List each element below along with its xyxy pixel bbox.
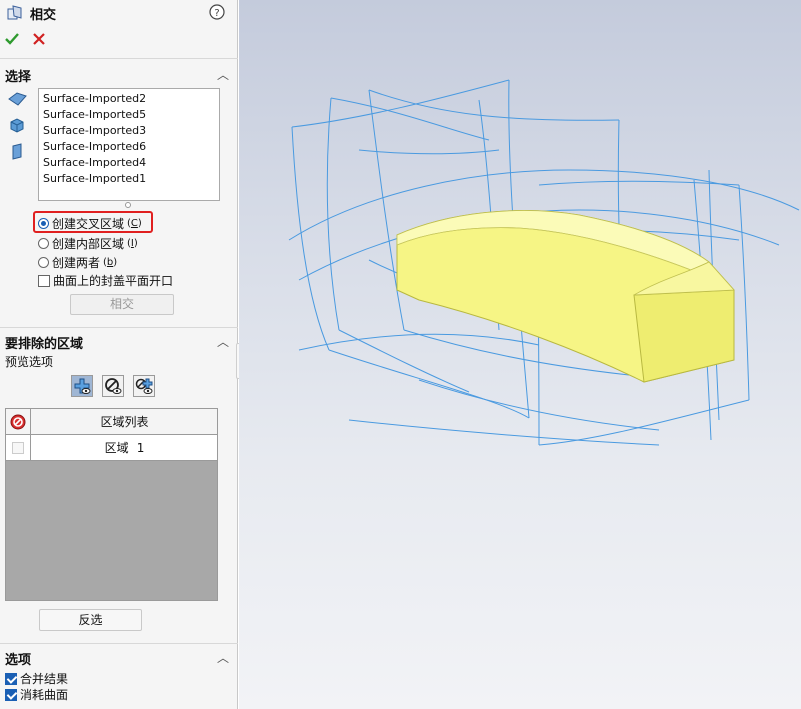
both-preview-button[interactable] (133, 375, 155, 397)
options-section-title: 选项 (5, 653, 32, 668)
list-item[interactable]: Surface-Imported2 (43, 91, 215, 107)
check-icon[interactable] (4, 31, 20, 47)
property-manager-panel: 相交 ? 选择 ︿ Surface-Imported2 Surface-Impo… (0, 0, 238, 709)
list-item[interactable]: Surface-Imported1 (43, 171, 215, 187)
table-header-row: 区域列表 (6, 409, 217, 435)
selection-listbox[interactable]: Surface-Imported2 Surface-Imported5 Surf… (38, 88, 220, 201)
chevron-up-icon[interactable]: ︿ (217, 333, 229, 350)
checkbox[interactable] (5, 672, 17, 685)
checkbox-label: 消耗曲面 (20, 688, 69, 702)
resize-handle[interactable] (125, 202, 131, 208)
invert-selection-button[interactable]: 反选 (39, 609, 142, 631)
intersect-feature-icon (7, 5, 22, 20)
list-item[interactable]: Surface-Imported3 (43, 123, 215, 139)
intersection-solid[interactable] (396, 210, 735, 383)
plane-icon (12, 143, 22, 160)
svg-text:?: ? (214, 8, 219, 19)
toggle-eye-icon (135, 378, 153, 394)
preview-options-label: 预览选项 (5, 355, 54, 369)
list-item[interactable]: Surface-Imported4 (43, 155, 215, 171)
radio-label: 创建两者 (52, 256, 101, 270)
consume-surfaces-checkbox[interactable]: 消耗曲面 (5, 686, 68, 703)
feature-title: 相交 (30, 8, 57, 23)
graphics-viewport[interactable] (239, 0, 801, 709)
region-table: 区域列表 区域 1 (5, 408, 218, 601)
radio-label: 创建交叉区域 (52, 217, 125, 231)
close-icon[interactable] (31, 31, 47, 47)
checkbox-label: 曲面上的封盖平面开口 (53, 274, 174, 288)
cap-planar-openings-checkbox[interactable]: 曲面上的封盖平面开口 (38, 272, 173, 289)
exclude-section-title: 要排除的区域 (5, 337, 84, 352)
radio-button[interactable] (38, 238, 49, 249)
exclude-header-cell (6, 409, 31, 434)
radio-button[interactable] (38, 257, 49, 268)
model-view[interactable] (239, 0, 801, 709)
include-preview-button[interactable] (71, 375, 93, 397)
region-index: 1 (136, 440, 145, 455)
radio-button[interactable] (38, 218, 49, 229)
radio-label: 创建内部区域 (52, 237, 125, 251)
region-list-header: 区域列表 (100, 415, 149, 429)
intersect-button[interactable]: 相交 (70, 294, 174, 315)
exclude-checkbox[interactable] (12, 441, 24, 454)
checkbox[interactable] (5, 688, 17, 701)
surface-icon (8, 92, 27, 106)
radio-create-inner[interactable]: 创建内部区域 (I) (38, 235, 138, 252)
merge-result-checkbox[interactable]: 合并结果 (5, 670, 68, 687)
no-eye-icon (105, 378, 122, 394)
list-item[interactable]: Surface-Imported6 (43, 139, 215, 155)
solid-body-icon (10, 118, 24, 133)
checkbox[interactable] (38, 274, 50, 287)
add-eye-icon (74, 378, 91, 394)
help-icon[interactable]: ? (209, 4, 225, 20)
checkbox-label: 合并结果 (20, 672, 69, 686)
exclude-icon (10, 414, 26, 429)
region-name-cell: 区域 1 (32, 435, 217, 460)
list-item[interactable]: Surface-Imported5 (43, 107, 215, 123)
exclude-checkbox-cell[interactable] (6, 435, 31, 460)
region-name: 区域 (104, 441, 129, 455)
table-row[interactable]: 区域 1 (6, 435, 217, 461)
chevron-up-icon[interactable]: ︿ (217, 649, 229, 666)
radio-create-both[interactable]: 创建两者 (b) (38, 254, 117, 271)
exclude-preview-button[interactable] (102, 375, 124, 397)
radio-create-intersect[interactable]: 创建交叉区域 (C) (38, 215, 142, 232)
chevron-up-icon[interactable]: ︿ (217, 66, 229, 83)
selection-section-title: 选择 (5, 70, 32, 85)
